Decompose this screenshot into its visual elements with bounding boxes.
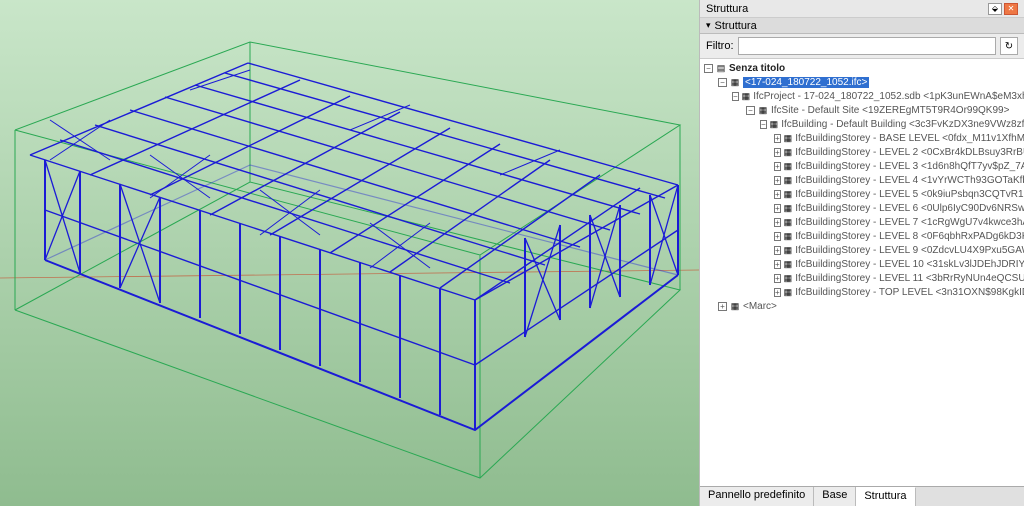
tree-storey[interactable]: +▦IfcBuildingStorey - BASE LEVEL <0fdx_M… xyxy=(702,131,1022,145)
bottom-tabs: Pannello predefinito Base Struttura xyxy=(700,486,1024,506)
panel-titlebar: Struttura ⬙ ✕ xyxy=(700,0,1024,18)
structure-tree[interactable]: − ▤ Senza titolo − ▦ <17-024_180722_1052… xyxy=(700,59,1024,486)
grid-icon: ▦ xyxy=(784,175,793,185)
expand-icon[interactable]: + xyxy=(774,204,781,213)
tree-site[interactable]: − ▦ IfcSite - Default Site <19ZEREgMT5T9… xyxy=(702,103,1022,117)
tree-storey-label: IfcBuildingStorey - LEVEL 3 <1d6n8hQfT7y… xyxy=(795,161,1024,172)
expand-icon[interactable]: + xyxy=(774,134,781,143)
grid-icon: ▦ xyxy=(784,259,793,269)
tree-file[interactable]: − ▦ <17-024_180722_1052.ifc> xyxy=(702,75,1022,89)
grid-icon: ▦ xyxy=(770,119,779,129)
tree-storey[interactable]: +▦IfcBuildingStorey - LEVEL 2 <0CxBr4kDL… xyxy=(702,145,1022,159)
tree-storey-label: IfcBuildingStorey - LEVEL 9 <0ZdcvLU4X9P… xyxy=(795,245,1024,256)
grid-icon: ▦ xyxy=(758,105,768,115)
grid-icon: ▦ xyxy=(784,203,793,213)
grid-icon: ▦ xyxy=(742,91,751,101)
expand-icon[interactable]: + xyxy=(718,302,727,311)
panel-title-text: Struttura xyxy=(706,3,748,15)
collapse-icon[interactable]: − xyxy=(718,78,727,87)
collapse-icon[interactable]: − xyxy=(746,106,755,115)
tree-marc[interactable]: + ▦ <Marc> xyxy=(702,299,1022,313)
tree-storey-label: IfcBuildingStorey - LEVEL 7 <1cRgWgU7v4k… xyxy=(795,217,1024,228)
grid-icon: ▦ xyxy=(730,301,740,311)
tree-storey-label: IfcBuildingStorey - LEVEL 6 <0Ulp6IyC90D… xyxy=(795,203,1024,214)
grid-icon: ▦ xyxy=(784,231,793,241)
expand-icon[interactable]: + xyxy=(774,176,781,185)
viewport-3d[interactable] xyxy=(0,0,699,506)
tree-project[interactable]: − ▦ IfcProject - 17-024_180722_1052.sdb … xyxy=(702,89,1022,103)
tree-marc-label: <Marc> xyxy=(743,301,777,312)
tree-building-label: IfcBuilding - Default Building <3c3FvKzD… xyxy=(781,119,1024,130)
expand-icon[interactable]: + xyxy=(774,260,781,269)
collapse-icon[interactable]: − xyxy=(732,92,739,101)
tree-storey-label: IfcBuildingStorey - LEVEL 8 <0F6qbhRxPAD… xyxy=(795,231,1024,242)
refresh-button[interactable]: ↻ xyxy=(1000,37,1018,55)
chevron-down-icon: ▾ xyxy=(706,20,711,31)
tree-building[interactable]: − ▦ IfcBuilding - Default Building <3c3F… xyxy=(702,117,1022,131)
tree-site-label: IfcSite - Default Site <19ZEREgMT5T9R4Or… xyxy=(771,105,1009,116)
tree-storey-label: IfcBuildingStorey - LEVEL 4 <1vYrWCTh93G… xyxy=(795,175,1024,186)
grid-icon: ▦ xyxy=(784,161,793,171)
tree-storey-label: IfcBuildingStorey - LEVEL 10 <31skLv3lJD… xyxy=(795,259,1024,270)
tree-file-label: <17-024_180722_1052.ifc> xyxy=(743,77,869,88)
model-icon: ▤ xyxy=(716,63,726,73)
tree-storey[interactable]: +▦IfcBuildingStorey - LEVEL 10 <31skLv3l… xyxy=(702,257,1022,271)
expand-icon[interactable]: + xyxy=(774,148,781,157)
grid-icon: ▦ xyxy=(784,217,793,227)
panel-section-label: Struttura xyxy=(715,20,757,32)
tab-base[interactable]: Base xyxy=(814,487,856,506)
refresh-icon: ↻ xyxy=(1005,41,1013,52)
tree-storey-label: IfcBuildingStorey - TOP LEVEL <3n31OXN$9… xyxy=(795,287,1024,298)
grid-icon: ▦ xyxy=(784,273,793,283)
tree-storey[interactable]: +▦IfcBuildingStorey - TOP LEVEL <3n31OXN… xyxy=(702,285,1022,299)
side-panel: Struttura ⬙ ✕ ▾ Struttura Filtro: ↻ − ▤ … xyxy=(699,0,1024,506)
tree-storey[interactable]: +▦IfcBuildingStorey - LEVEL 7 <1cRgWgU7v… xyxy=(702,215,1022,229)
expand-icon[interactable]: + xyxy=(774,246,781,255)
tree-root-label: Senza titolo xyxy=(729,63,785,74)
filter-input[interactable] xyxy=(738,37,997,55)
expand-icon[interactable]: + xyxy=(774,218,781,227)
collapse-icon[interactable]: − xyxy=(704,64,713,73)
close-icon[interactable]: ✕ xyxy=(1004,3,1018,15)
collapse-icon[interactable]: − xyxy=(760,120,767,129)
tree-storey-label: IfcBuildingStorey - LEVEL 2 <0CxBr4kDLBs… xyxy=(795,147,1024,158)
tab-pannello-predefinito[interactable]: Pannello predefinito xyxy=(700,487,814,506)
expand-icon[interactable]: + xyxy=(774,162,781,171)
grid-icon: ▦ xyxy=(784,147,793,157)
tree-storey[interactable]: +▦IfcBuildingStorey - LEVEL 8 <0F6qbhRxP… xyxy=(702,229,1022,243)
pin-icon[interactable]: ⬙ xyxy=(988,3,1002,15)
filter-row: Filtro: ↻ xyxy=(700,34,1024,59)
grid-icon: ▦ xyxy=(784,287,793,297)
expand-icon[interactable]: + xyxy=(774,274,781,283)
grid-icon: ▦ xyxy=(784,189,793,199)
panel-section-header[interactable]: ▾ Struttura xyxy=(700,18,1024,34)
tree-storey[interactable]: +▦IfcBuildingStorey - LEVEL 4 <1vYrWCTh9… xyxy=(702,173,1022,187)
tree-root[interactable]: − ▤ Senza titolo xyxy=(702,61,1022,75)
tree-project-label: IfcProject - 17-024_180722_1052.sdb <1pK… xyxy=(753,91,1024,102)
grid-icon: ▦ xyxy=(784,245,793,255)
filter-label: Filtro: xyxy=(706,40,734,52)
tab-struttura[interactable]: Struttura xyxy=(856,487,915,506)
tree-storey[interactable]: +▦IfcBuildingStorey - LEVEL 3 <1d6n8hQfT… xyxy=(702,159,1022,173)
tree-storey[interactable]: +▦IfcBuildingStorey - LEVEL 9 <0ZdcvLU4X… xyxy=(702,243,1022,257)
tree-storey[interactable]: +▦IfcBuildingStorey - LEVEL 6 <0Ulp6IyC9… xyxy=(702,201,1022,215)
tree-storey-label: IfcBuildingStorey - BASE LEVEL <0fdx_M11… xyxy=(795,133,1024,144)
tree-storey[interactable]: +▦IfcBuildingStorey - LEVEL 11 <3bRrRyNU… xyxy=(702,271,1022,285)
tree-storey-label: IfcBuildingStorey - LEVEL 5 <0k9iuPsbqn3… xyxy=(795,189,1024,200)
expand-icon[interactable]: + xyxy=(774,232,781,241)
grid-icon: ▦ xyxy=(784,133,793,143)
expand-icon[interactable]: + xyxy=(774,190,781,199)
file-icon: ▦ xyxy=(730,77,740,87)
expand-icon[interactable]: + xyxy=(774,288,781,297)
tree-storey[interactable]: +▦IfcBuildingStorey - LEVEL 5 <0k9iuPsbq… xyxy=(702,187,1022,201)
tree-storey-label: IfcBuildingStorey - LEVEL 11 <3bRrRyNUn4… xyxy=(795,273,1024,284)
